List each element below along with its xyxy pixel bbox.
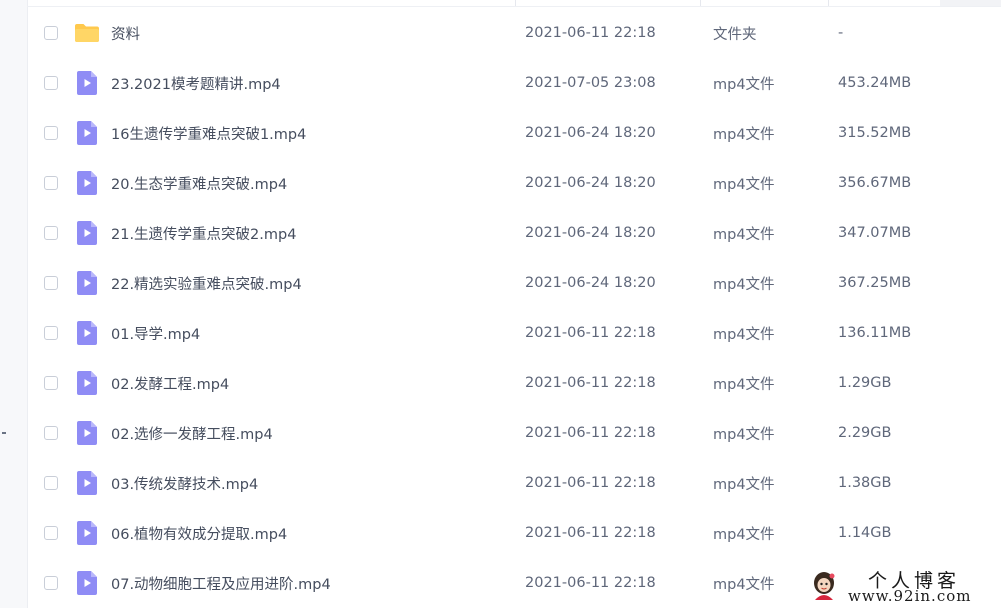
file-size: 315.52MB xyxy=(838,125,912,141)
file-name[interactable]: 06.植物有效成分提取.mp4 xyxy=(111,523,287,544)
file-type: mp4文件 xyxy=(713,226,775,243)
row-checkbox[interactable] xyxy=(44,526,58,540)
video-file-icon xyxy=(74,271,100,295)
file-row[interactable]: 02.发酵工程.mp4 2021-06-11 22:18 mp4文件 1.29GB xyxy=(27,358,1001,408)
file-type: mp4文件 xyxy=(713,426,775,443)
watermark-logo: 个人博客 www.92in.com xyxy=(808,566,993,606)
file-size: - xyxy=(838,25,844,41)
file-type: mp4文件 xyxy=(713,326,775,343)
modified-date: 2021-07-05 23:08 xyxy=(525,75,656,91)
column-divider[interactable] xyxy=(828,0,829,6)
file-name[interactable]: 22.精选实验重难点突破.mp4 xyxy=(111,273,302,294)
left-sidebar-edge xyxy=(0,0,28,608)
file-size: 2.29GB xyxy=(838,425,892,441)
file-type: 文件夹 xyxy=(713,26,757,43)
modified-date: 2021-06-11 22:18 xyxy=(525,575,656,591)
modified-date: 2021-06-11 22:18 xyxy=(525,525,656,541)
file-row[interactable]: 16生遗传学重难点突破1.mp4 2021-06-24 18:20 mp4文件 315… xyxy=(27,108,1001,158)
folder-icon xyxy=(74,21,100,45)
row-checkbox[interactable] xyxy=(44,326,58,340)
row-checkbox[interactable] xyxy=(44,76,58,90)
file-name[interactable]: 16生遗传学重难点突破1.mp4 xyxy=(111,123,306,144)
file-size: 1.38GB xyxy=(838,475,892,491)
file-type: mp4文件 xyxy=(713,276,775,293)
file-row[interactable]: 23.2021模考题精讲.mp4 2021-07-05 23:08 mp4文件 453… xyxy=(27,58,1001,108)
file-row[interactable]: 03.传统发酵技术.mp4 2021-06-11 22:18 mp4文件 1.38GB xyxy=(27,458,1001,508)
video-file-icon xyxy=(74,571,100,595)
modified-date: 2021-06-11 22:18 xyxy=(525,25,656,41)
list-header xyxy=(27,0,1001,7)
row-checkbox[interactable] xyxy=(44,226,58,240)
file-name[interactable]: 07.动物细胞工程及应用进阶.mp4 xyxy=(111,573,331,594)
video-file-icon xyxy=(74,521,100,545)
modified-date: 2021-06-24 18:20 xyxy=(525,275,656,291)
video-file-icon xyxy=(74,471,100,495)
row-checkbox[interactable] xyxy=(44,426,58,440)
file-name[interactable]: 02.选修一发酵工程.mp4 xyxy=(111,423,273,444)
header-control[interactable] xyxy=(940,0,1001,6)
row-checkbox[interactable] xyxy=(44,126,58,140)
column-divider[interactable] xyxy=(515,0,516,6)
modified-date: 2021-06-11 22:18 xyxy=(525,375,656,391)
file-name[interactable]: 21.生遗传学重点突破2.mp4 xyxy=(111,223,296,244)
modified-date: 2021-06-24 18:20 xyxy=(525,175,656,191)
file-size: 367.25MB xyxy=(838,275,912,291)
file-size: 356.67MB xyxy=(838,175,912,191)
video-file-icon xyxy=(74,221,100,245)
file-name[interactable]: 01.导学.mp4 xyxy=(111,323,200,344)
file-name[interactable]: 23.2021模考题精讲.mp4 xyxy=(111,73,281,94)
file-type: mp4文件 xyxy=(713,176,775,193)
row-checkbox[interactable] xyxy=(44,576,58,590)
row-checkbox[interactable] xyxy=(44,276,58,290)
file-type: mp4文件 xyxy=(713,576,775,593)
modified-date: 2021-06-11 22:18 xyxy=(525,475,656,491)
file-type: mp4文件 xyxy=(713,126,775,143)
file-type: mp4文件 xyxy=(713,526,775,543)
file-row[interactable]: 21.生遗传学重点突破2.mp4 2021-06-24 18:20 mp4文件 347… xyxy=(27,208,1001,258)
file-size: 136.11MB xyxy=(838,325,912,341)
row-checkbox[interactable] xyxy=(44,26,58,40)
file-type: mp4文件 xyxy=(713,376,775,393)
modified-date: 2021-06-24 18:20 xyxy=(525,125,656,141)
video-file-icon xyxy=(74,421,100,445)
file-size: 1.29GB xyxy=(838,375,892,391)
sidebar-marker xyxy=(2,432,6,434)
video-file-icon xyxy=(74,121,100,145)
file-name[interactable]: 03.传统发酵技术.mp4 xyxy=(111,473,258,494)
file-type: mp4文件 xyxy=(713,76,775,93)
file-row[interactable]: 20.生态学重难点突破.mp4 2021-06-24 18:20 mp4文件 356.… xyxy=(27,158,1001,208)
video-file-icon xyxy=(74,371,100,395)
video-file-icon xyxy=(74,71,100,95)
file-size: 453.24MB xyxy=(838,75,912,91)
file-name[interactable]: 02.发酵工程.mp4 xyxy=(111,373,229,394)
video-file-icon xyxy=(74,321,100,345)
file-row[interactable]: 资料 2021-06-11 22:18 文件夹 - xyxy=(27,8,1001,58)
row-checkbox[interactable] xyxy=(44,176,58,190)
file-row[interactable]: 01.导学.mp4 2021-06-11 22:18 mp4文件 136.11MB xyxy=(27,308,1001,358)
file-list: 资料 2021-06-11 22:18 文件夹 - 23.2021模考题精讲.mp4 20… xyxy=(27,8,1001,608)
file-name[interactable]: 20.生态学重难点突破.mp4 xyxy=(111,173,287,194)
modified-date: 2021-06-11 22:18 xyxy=(525,325,656,341)
avatar-icon xyxy=(814,572,835,600)
row-checkbox[interactable] xyxy=(44,476,58,490)
watermark-url: www.92in.com xyxy=(848,587,972,605)
file-row[interactable]: 22.精选实验重难点突破.mp4 2021-06-24 18:20 mp4文件 367… xyxy=(27,258,1001,308)
file-row[interactable]: 02.选修一发酵工程.mp4 2021-06-11 22:18 mp4文件 2.29G… xyxy=(27,408,1001,458)
modified-date: 2021-06-24 18:20 xyxy=(525,225,656,241)
file-type: mp4文件 xyxy=(713,476,775,493)
video-file-icon xyxy=(74,171,100,195)
file-row[interactable]: 06.植物有效成分提取.mp4 2021-06-11 22:18 mp4文件 1.14… xyxy=(27,508,1001,558)
file-name[interactable]: 资料 xyxy=(111,23,140,44)
modified-date: 2021-06-11 22:18 xyxy=(525,425,656,441)
row-checkbox[interactable] xyxy=(44,376,58,390)
file-size: 347.07MB xyxy=(838,225,912,241)
column-divider[interactable] xyxy=(700,0,701,6)
file-size: 1.14GB xyxy=(838,525,892,541)
